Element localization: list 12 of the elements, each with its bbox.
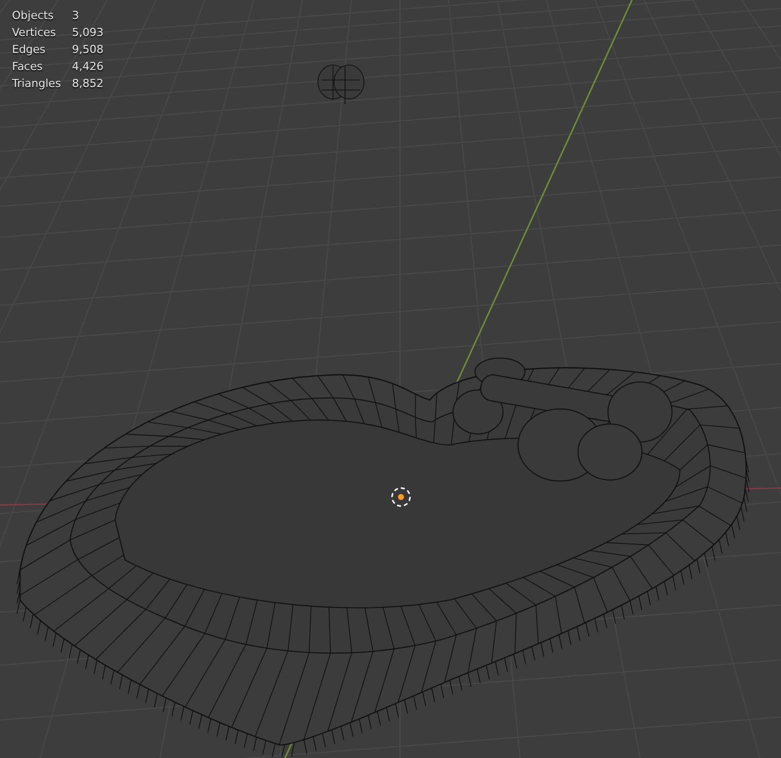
origin-marker-icon xyxy=(391,487,411,507)
stat-value: 3 xyxy=(72,9,79,22)
stat-label: Objects xyxy=(12,9,55,22)
mesh-object-drawing xyxy=(318,64,364,104)
stat-value: 4,426 xyxy=(72,60,104,73)
stat-value: 5,093 xyxy=(72,26,104,39)
stat-label: Triangles xyxy=(12,77,62,90)
stat-value: 8,852 xyxy=(72,77,104,90)
stat-label: Vertices xyxy=(12,26,57,39)
stat-label: Edges xyxy=(12,43,46,56)
stat-label: Faces xyxy=(12,60,44,73)
stat-value: 9,508 xyxy=(72,43,104,56)
